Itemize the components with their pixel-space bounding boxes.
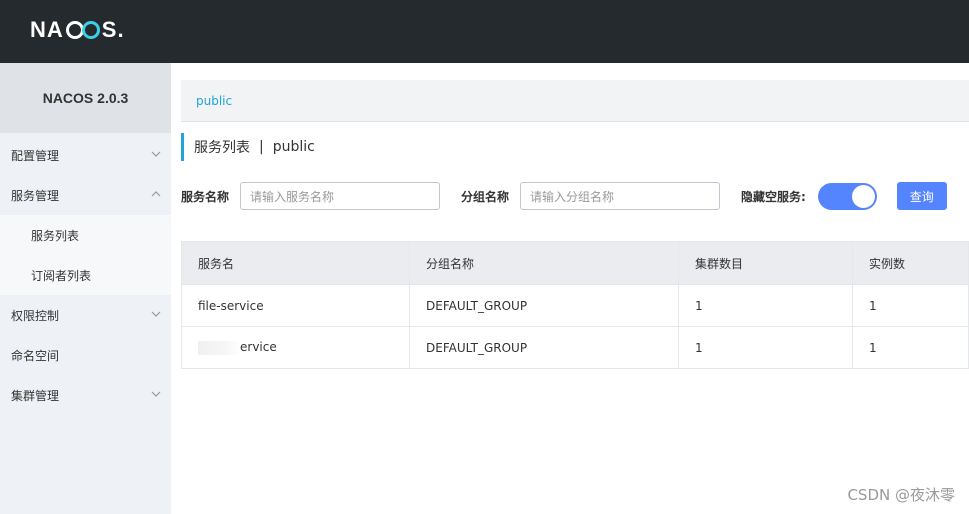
cell-service-name: file-service xyxy=(181,284,410,327)
sidebar-item-label: 服务管理 xyxy=(11,188,60,203)
sidebar-item-cluster-management[interactable]: 集群管理 xyxy=(0,375,171,415)
sidebar-item-label: 权限控制 xyxy=(11,308,60,323)
hide-empty-toggle[interactable] xyxy=(817,182,877,210)
toggle-knob xyxy=(851,184,875,208)
group-name-input[interactable]: 请输入分组名称 xyxy=(520,182,721,210)
chevron-up-icon xyxy=(151,191,161,197)
redaction-mask xyxy=(198,340,240,355)
hide-empty-label: 隐藏空服务: xyxy=(741,189,806,204)
title-separator: | xyxy=(259,139,264,155)
namespace-bar: public xyxy=(181,80,969,122)
cell-group-name: DEFAULT_GROUP xyxy=(409,326,679,369)
sidebar: NACOS 2.0.3 配置管理 服务管理 服务列表 订阅者列表 权限控制 命名… xyxy=(0,63,171,514)
sidebar-item-label: 配置管理 xyxy=(11,148,60,163)
cell-instance-count: 1 xyxy=(852,326,969,369)
service-name-input[interactable]: 请输入服务名称 xyxy=(240,182,441,210)
service-name-filter: 服务名称 请输入服务名称 xyxy=(181,182,441,210)
nacos-logo[interactable]: NA S. xyxy=(30,17,125,43)
sidebar-item-service-management[interactable]: 服务管理 xyxy=(0,175,171,215)
cell-service-name: ervice xyxy=(181,326,410,369)
query-button[interactable]: 查询 xyxy=(896,182,947,210)
sidebar-item-service-list[interactable]: 服务列表 xyxy=(0,215,171,255)
column-header-service-name[interactable]: 服务名 xyxy=(181,241,410,285)
table-header-row: 服务名 分组名称 集群数目 实例数 xyxy=(181,241,969,285)
cell-group-name: DEFAULT_GROUP xyxy=(409,284,679,327)
hide-empty-filter: 隐藏空服务: 查询 xyxy=(741,182,947,210)
sidebar-item-subscriber-list[interactable]: 订阅者列表 xyxy=(0,255,171,295)
group-name-label: 分组名称 xyxy=(461,189,510,204)
sidebar-item-label: 服务列表 xyxy=(31,228,80,243)
watermark: CSDN @夜沐零 xyxy=(847,486,955,504)
page-title: 服务列表 | public xyxy=(181,133,315,161)
page-title-namespace: public xyxy=(272,139,315,155)
column-header-instance-count[interactable]: 实例数 xyxy=(852,241,969,285)
sidebar-item-namespace[interactable]: 命名空间 xyxy=(0,335,171,375)
cell-service-name-text: ervice xyxy=(240,340,277,355)
service-name-label: 服务名称 xyxy=(181,189,230,204)
table-row[interactable]: ervice DEFAULT_GROUP 1 1 xyxy=(181,326,969,369)
sidebar-item-label: 订阅者列表 xyxy=(31,268,92,283)
sidebar-item-label: 命名空间 xyxy=(11,348,60,363)
group-name-filter: 分组名称 请输入分组名称 xyxy=(461,182,721,210)
logo-text-left: NA xyxy=(30,17,64,42)
main-content: public 服务列表 | public 服务名称 请输入服务名称 分组名称 请… xyxy=(171,63,969,514)
cell-cluster-count: 1 xyxy=(678,284,853,327)
logo-text-right: S. xyxy=(101,17,125,42)
logo-infinity-icon xyxy=(65,19,101,41)
service-table: 服务名 分组名称 集群数目 实例数 file-service DEFAULT_G… xyxy=(181,241,969,369)
column-header-group-name[interactable]: 分组名称 xyxy=(409,241,679,285)
sidebar-item-config-management[interactable]: 配置管理 xyxy=(0,135,171,175)
chevron-down-icon xyxy=(151,391,161,397)
sidebar-item-label: 集群管理 xyxy=(11,388,60,403)
version-label: NACOS 2.0.3 xyxy=(0,63,171,133)
cell-cluster-count: 1 xyxy=(678,326,853,369)
top-header: NA S. xyxy=(0,0,969,63)
namespace-tab-public[interactable]: public xyxy=(196,94,232,108)
table-row[interactable]: file-service DEFAULT_GROUP 1 1 xyxy=(181,284,969,327)
chevron-down-icon xyxy=(151,151,161,157)
page-title-text: 服务列表 xyxy=(194,140,250,156)
cell-instance-count: 1 xyxy=(852,284,969,327)
sidebar-item-access-control[interactable]: 权限控制 xyxy=(0,295,171,335)
column-header-cluster-count[interactable]: 集群数目 xyxy=(678,241,853,285)
chevron-down-icon xyxy=(151,311,161,317)
